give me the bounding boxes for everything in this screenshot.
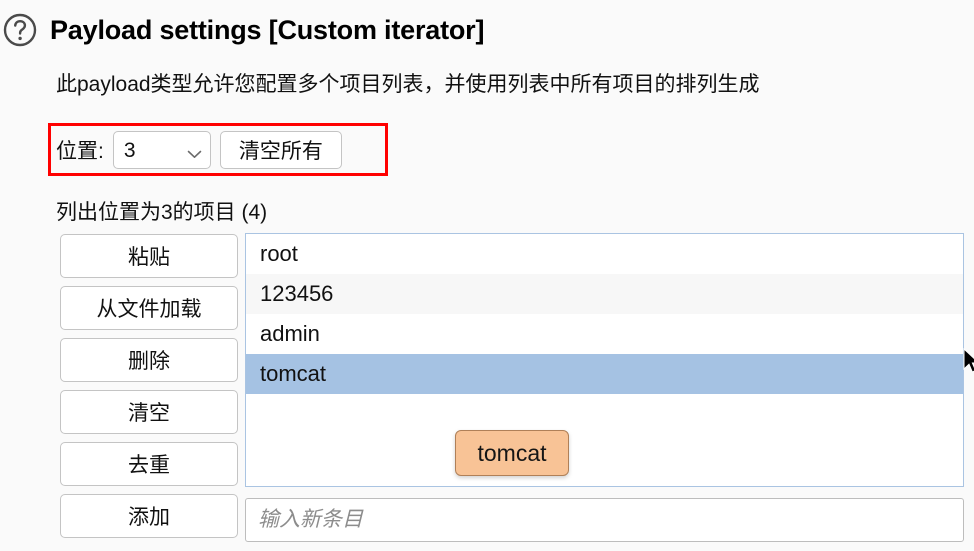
clear-all-button[interactable]: 清空所有 <box>219 131 342 169</box>
list-caption: 列出位置为3的项目 (4) <box>56 201 268 224</box>
payload-item-list[interactable]: root 123456 admin tomcat <box>245 233 964 487</box>
position-label: 位置: <box>56 140 104 163</box>
chevron-down-icon <box>187 146 202 158</box>
payload-description: 此payload类型允许您配置多个项目列表，并使用列表中所有项目的排列生成 <box>56 73 760 96</box>
page-title: Payload settings [Custom iterator] <box>50 14 485 45</box>
position-row: 位置: 3 清空所有 <box>56 128 342 172</box>
payload-action-buttons: 粘贴 从文件加载 删除 清空 去重 添加 <box>60 234 238 538</box>
clear-button[interactable]: 清空 <box>60 390 238 434</box>
page-header: Payload settings [Custom iterator] <box>0 8 484 52</box>
position-select[interactable]: 3 <box>112 131 211 169</box>
position-select-value: 3 <box>123 138 136 162</box>
drag-tooltip: tomcat <box>455 430 569 476</box>
list-item[interactable]: root <box>246 234 963 274</box>
load-from-file-button[interactable]: 从文件加载 <box>60 286 238 330</box>
mouse-pointer-icon <box>963 347 974 374</box>
new-entry-input[interactable] <box>245 498 964 542</box>
paste-button[interactable]: 粘贴 <box>60 234 238 278</box>
list-item-selected[interactable]: tomcat <box>246 354 963 394</box>
list-item[interactable]: 123456 <box>246 274 963 314</box>
add-button[interactable]: 添加 <box>60 494 238 538</box>
question-circle-icon[interactable] <box>0 8 40 52</box>
remove-button[interactable]: 删除 <box>60 338 238 382</box>
deduplicate-button[interactable]: 去重 <box>60 442 238 486</box>
list-item[interactable]: admin <box>246 314 963 354</box>
